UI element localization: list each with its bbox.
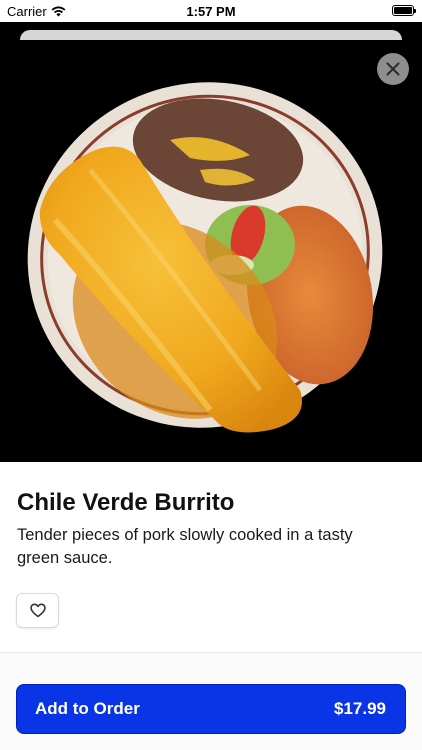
item-image [0, 40, 422, 462]
add-to-order-button[interactable]: Add to Order $17.99 [16, 684, 406, 734]
heart-icon [29, 603, 46, 618]
item-details: Chile Verde Burrito Tender pieces of por… [0, 462, 422, 750]
add-to-order-label: Add to Order [35, 699, 140, 718]
item-title: Chile Verde Burrito [17, 489, 235, 516]
price-label: $17.99 [334, 699, 386, 718]
item-description: Tender pieces of pork slowly cooked in a… [17, 526, 353, 567]
close-button[interactable] [377, 53, 409, 85]
battery-icon [392, 5, 416, 16]
favorite-button[interactable] [16, 593, 59, 628]
close-icon [386, 62, 400, 76]
status-time: 1:57 PM [186, 4, 236, 19]
burrito-plate-image [27, 82, 383, 433]
status-bar: Carrier 1:57 PM [0, 0, 422, 22]
